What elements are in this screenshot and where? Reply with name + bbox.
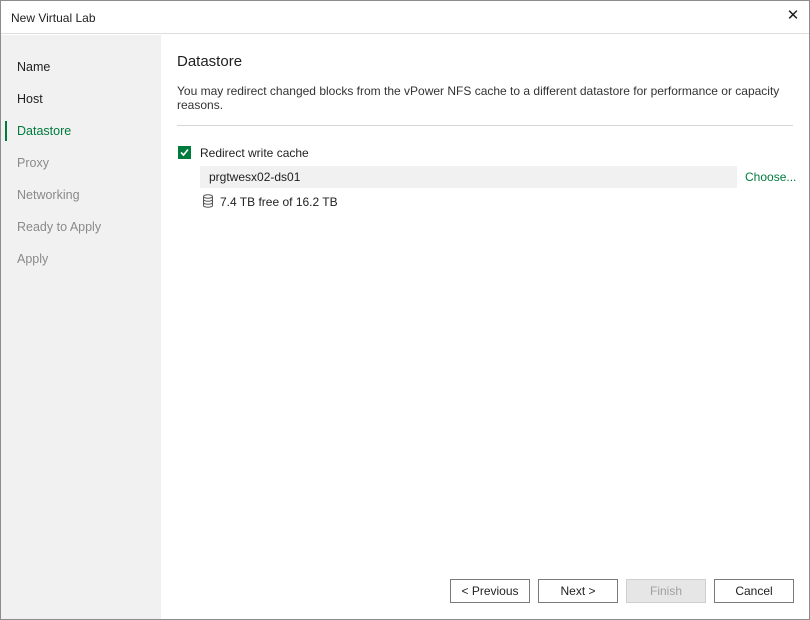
new-virtual-lab-window: New Virtual Lab ✕ Name Host Datastore Pr… (0, 0, 810, 620)
next-button[interactable]: Next > (538, 579, 618, 603)
sidebar-item-label: Networking (17, 188, 80, 202)
finish-button: Finish (626, 579, 706, 603)
sidebar-item-label: Name (17, 60, 51, 74)
sidebar-item-label: Apply (17, 252, 49, 266)
database-icon (203, 194, 213, 208)
sidebar-item-name[interactable]: Name (1, 57, 161, 77)
choose-datastore-link[interactable]: Choose... (745, 170, 796, 184)
sidebar-item-ready-to-apply: Ready to Apply (1, 217, 161, 237)
sidebar-item-host[interactable]: Host (1, 89, 161, 109)
sidebar-item-label: Host (17, 92, 43, 106)
sidebar-item-proxy: Proxy (1, 153, 161, 173)
sidebar-item-label: Datastore (17, 124, 72, 138)
checkmark-icon (180, 148, 189, 157)
title-bar: New Virtual Lab ✕ (1, 1, 809, 34)
datastore-free-space: 7.4 TB free of 16.2 TB (220, 195, 338, 209)
window-title: New Virtual Lab (11, 11, 96, 25)
sidebar-item-label: Ready to Apply (17, 220, 102, 234)
close-icon[interactable]: ✕ (785, 8, 801, 24)
main-panel: Datastore You may redirect changed block… (161, 35, 809, 619)
datastore-field[interactable]: prgtwesx02-ds01 (200, 166, 737, 188)
previous-button[interactable]: < Previous (450, 579, 530, 603)
sidebar-item-datastore[interactable]: Datastore (1, 121, 161, 141)
header-divider (177, 125, 793, 126)
sidebar-item-apply: Apply (1, 249, 161, 269)
redirect-write-cache-checkbox[interactable] (178, 146, 191, 159)
sidebar-item-label: Proxy (17, 156, 49, 170)
wizard-steps-sidebar: Name Host Datastore Proxy Networking Rea… (1, 35, 161, 619)
active-step-marker (5, 121, 7, 141)
sidebar-item-networking: Networking (1, 185, 161, 205)
cancel-button[interactable]: Cancel (714, 579, 794, 603)
redirect-write-cache-label[interactable]: Redirect write cache (200, 146, 309, 160)
page-title: Datastore (177, 53, 243, 70)
page-description: You may redirect changed blocks from the… (177, 84, 780, 112)
